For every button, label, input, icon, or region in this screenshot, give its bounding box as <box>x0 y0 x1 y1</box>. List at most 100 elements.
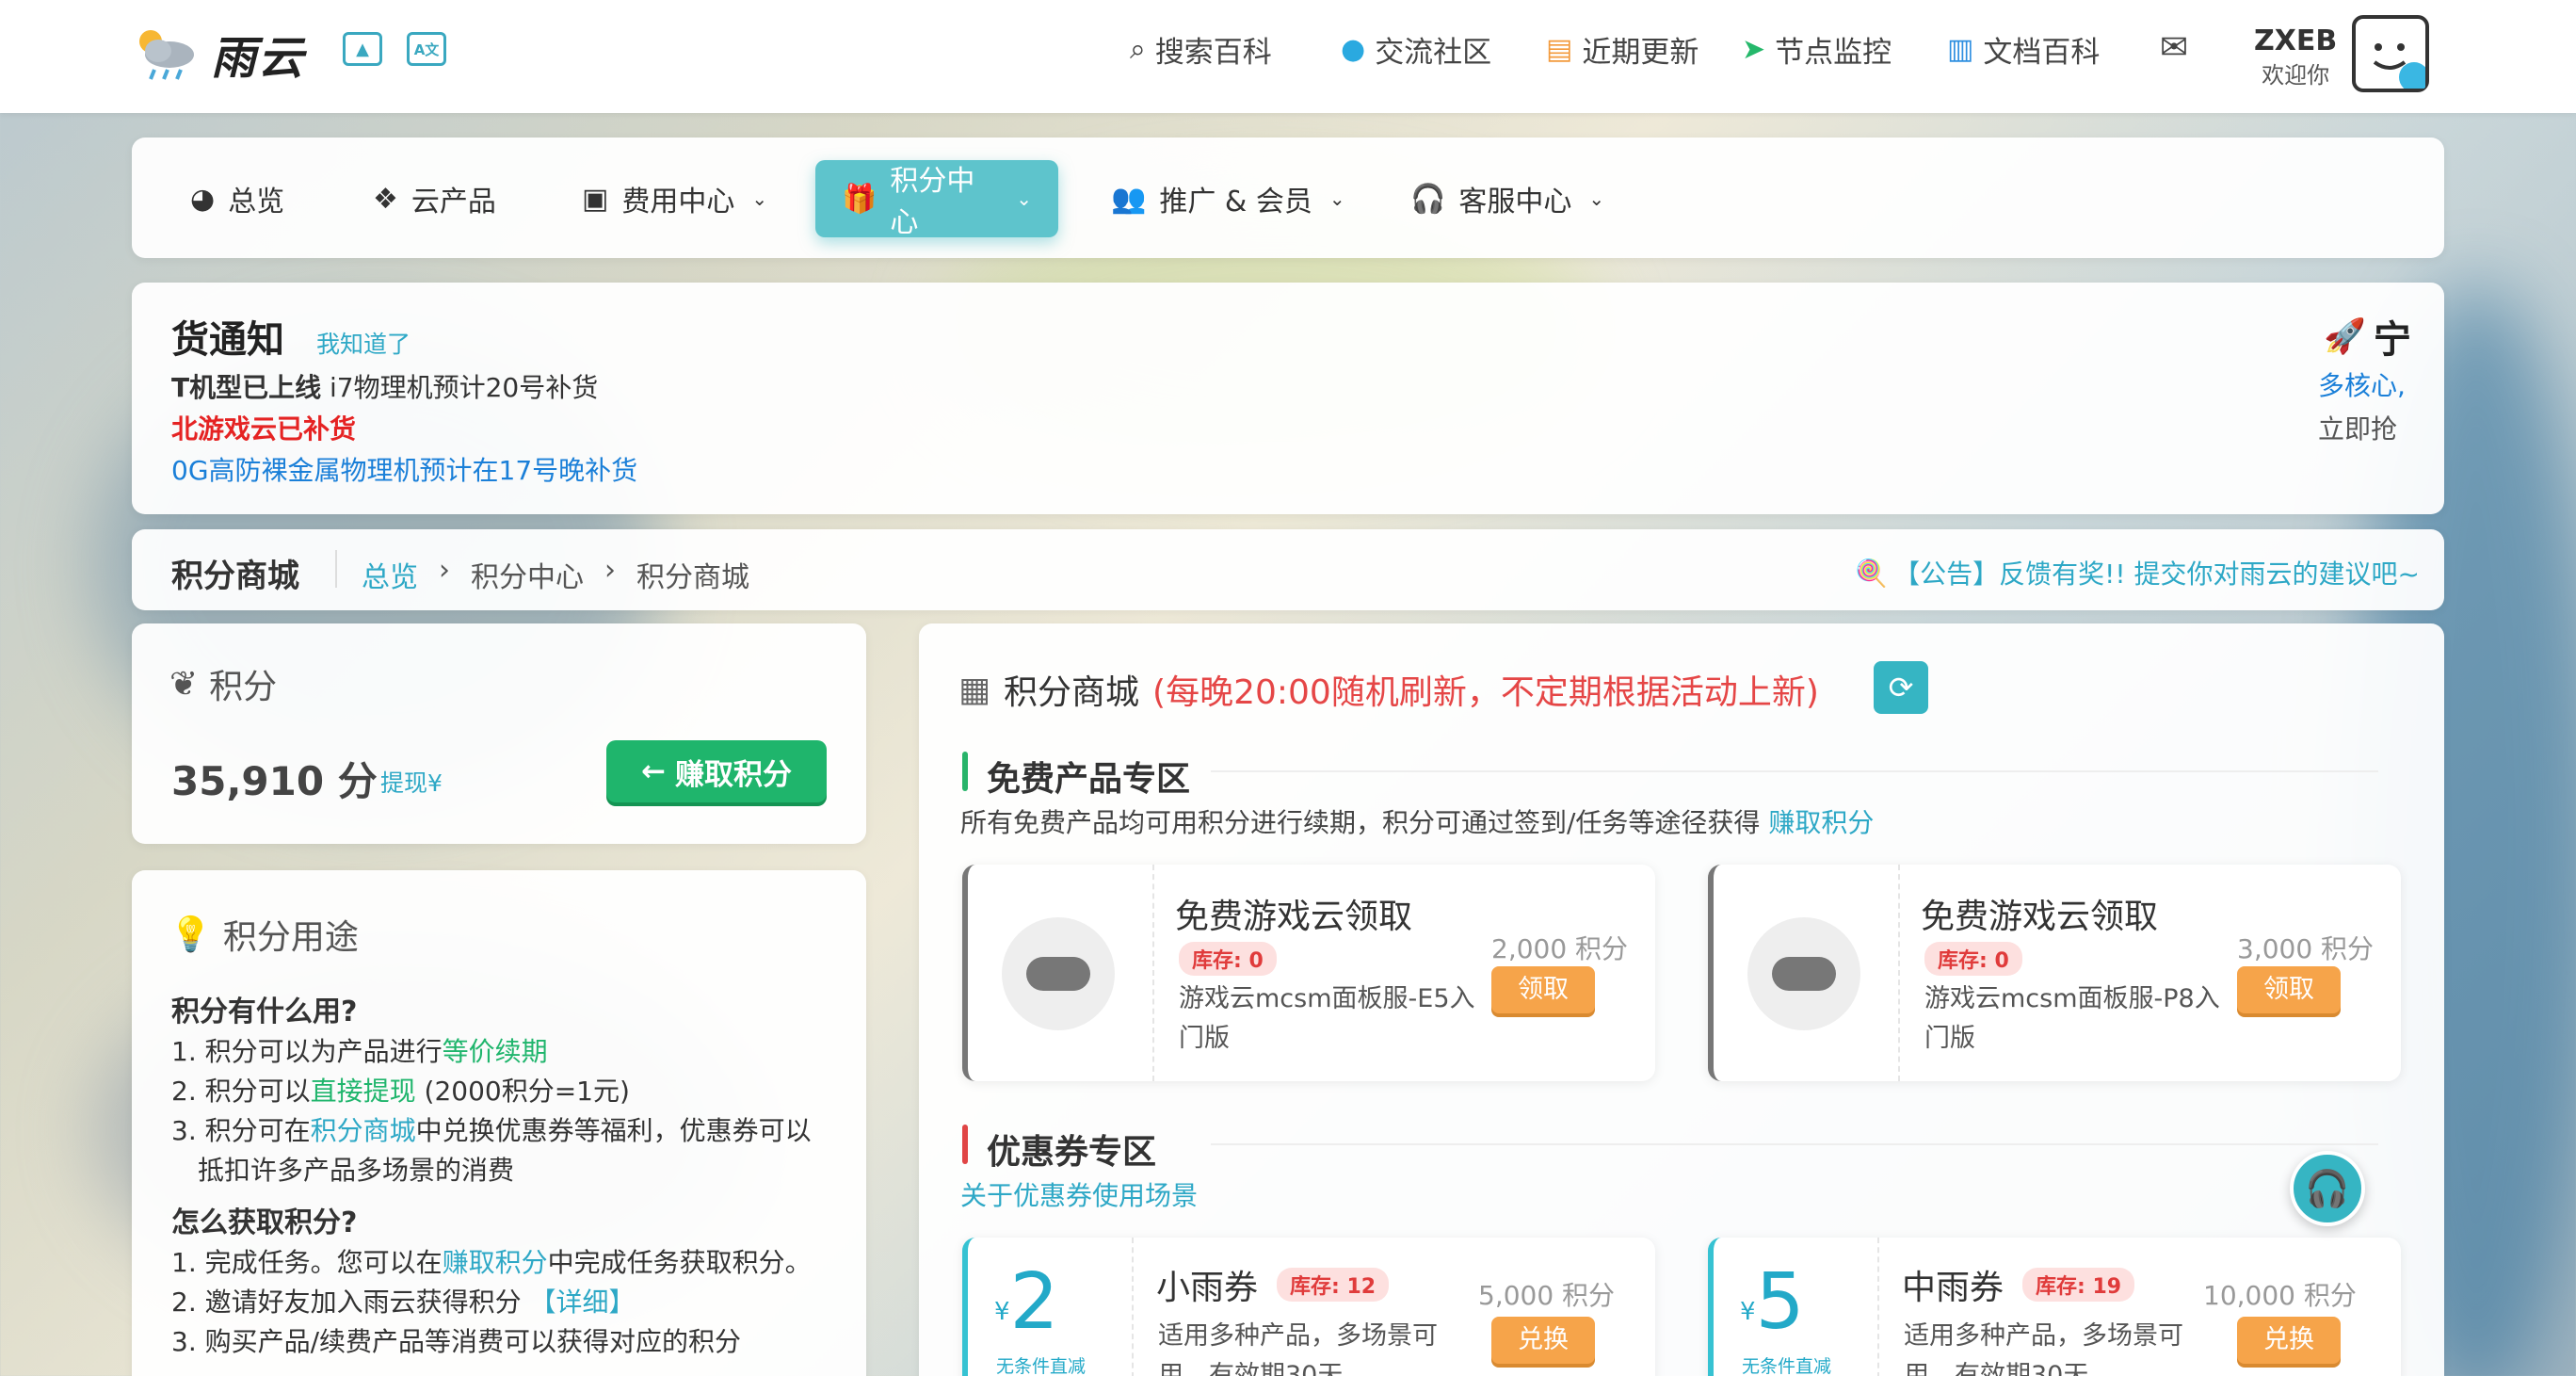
top-bar: 雨云 ▲ A文 ⌕ 搜索百科 ● 交流社区 ▤ 近期更新 ➤ 节点监控 ▥ 文档… <box>0 0 2576 113</box>
notice-dismiss[interactable]: 我知道了 <box>316 326 411 360</box>
usage-question: 怎么获取积分? <box>171 1206 358 1239</box>
user-name: ZXEB <box>2254 24 2338 57</box>
store-title: 积分商城 <box>1004 673 1140 712</box>
search-icon: ⌕ <box>1130 33 1146 66</box>
free-section-title: 免费产品专区 <box>987 760 1191 799</box>
coupon-desc: 适用多种产品，多场景可 用，有效期30天 <box>1904 1321 2183 1376</box>
users-icon: 👥 <box>1111 182 1147 216</box>
earn-points-button[interactable]: ← 赚取积分 <box>606 740 827 802</box>
product-name: 免费游戏云领取 <box>1175 898 1413 936</box>
points-card: ❦ 积分 35,910 分 提现¥ ← 赚取积分 <box>132 623 866 844</box>
image-icon[interactable]: ▲ <box>343 32 382 66</box>
lightbulb-icon: 💡 <box>169 915 212 954</box>
chevron-right-icon: › <box>439 554 450 587</box>
nav-monitor[interactable]: ➤ 节点监控 <box>1742 28 1892 71</box>
usage-item: 1. 积分可以为产品进行等价续期 <box>171 1036 548 1067</box>
divider <box>1211 1143 2378 1145</box>
coupon-name: 中雨券 <box>1902 1269 2004 1307</box>
section-marker <box>962 1125 968 1164</box>
menu-overview[interactable]: ◕ 总览 <box>164 160 311 237</box>
store-note: (每晚20:00随机刷新，不定期根据活动上新) <box>1152 673 1819 712</box>
claim-button[interactable]: 领取 <box>1491 966 1595 1013</box>
nav-updates[interactable]: ▤ 近期更新 <box>1546 28 1699 71</box>
promo-side-text: 立即抢 <box>2318 413 2398 445</box>
redeem-button[interactable]: 兑换 <box>1491 1317 1595 1364</box>
user-welcome: 欢迎你 <box>2262 62 2330 89</box>
book-icon: ▥ <box>1947 33 1974 66</box>
translate-icon[interactable]: A文 <box>407 32 446 66</box>
nav-community[interactable]: ● 交流社区 <box>1341 28 1491 71</box>
usage-item: 3. 积分可在积分商城中兑换优惠券等福利，优惠券可以 <box>171 1115 812 1146</box>
breadcrumb-home[interactable]: 总览 <box>362 554 418 595</box>
coupon-info-link[interactable]: 关于优惠券使用场景 <box>960 1175 1198 1213</box>
notice-title: 货通知 <box>171 318 284 362</box>
mail-icon[interactable]: ✉ <box>2160 28 2188 67</box>
user-info[interactable]: ZXEB 欢迎你 <box>2254 24 2337 92</box>
claim-button[interactable]: 领取 <box>2237 966 2341 1013</box>
free-product-card: 免费游戏云领取 库存: 0 游戏云mcsm面板服-E5入 门版 2,000 积分 … <box>962 865 1655 1081</box>
support-headset-icon[interactable]: 🎧 <box>2290 1151 2365 1226</box>
cloud-rain-icon <box>130 24 201 83</box>
brand-name: 雨云 <box>211 32 306 85</box>
refresh-button[interactable]: ⟳ <box>1874 661 1928 714</box>
gift-icon: 🎁 <box>842 182 877 216</box>
usage-question: 积分有什么用? <box>171 996 358 1028</box>
coupon-desc: 适用多种产品，多场景可 用，有效期30天 <box>1158 1321 1438 1376</box>
breadcrumb: 总览 › 积分中心 › 积分商城 <box>362 554 749 595</box>
coupon-value: ¥2 <box>994 1257 1059 1347</box>
menu-points[interactable]: 🎁 积分中心 ⌄ <box>815 160 1058 239</box>
usage-item: 2. 邀请好友加入雨云获得积分 【详细】 <box>171 1287 636 1318</box>
nav-search[interactable]: ⌕ 搜索百科 <box>1130 28 1272 71</box>
redeem-button[interactable]: 兑换 <box>2237 1317 2341 1364</box>
coupon-card: ¥5 无条件直减 中雨券 库存: 19 适用多种产品，多场景可 用，有效期30天 … <box>1708 1238 2401 1376</box>
withdraw-link[interactable]: 提现¥ <box>380 765 443 799</box>
chevron-down-icon: ⌄ <box>1588 187 1605 210</box>
stock-badge: 库存: 19 <box>2022 1268 2135 1302</box>
announcement[interactable]: 🍭 【公告】反馈有奖!! 提交你对雨云的建议吧~ <box>1855 554 2420 591</box>
menu-support[interactable]: 🎧 客服中心 ⌄ <box>1384 160 1631 237</box>
coupon-value: ¥5 <box>1740 1257 1805 1347</box>
free-desc: 所有免费产品均可用积分进行续期，积分可通过签到/任务等途径获得 赚取积分 <box>960 807 1875 838</box>
money-icon: ▣ <box>582 182 609 216</box>
page-title: 积分商城 <box>171 558 299 595</box>
divider <box>1211 770 2378 772</box>
cubes-icon: ❖ <box>373 182 398 216</box>
notice-line-3[interactable]: 0G高防裸金属物理机预计在17号晚补货 <box>171 450 637 488</box>
breadcrumb-level2[interactable]: 积分中心 <box>471 554 584 595</box>
stock-badge: 库存: 0 <box>1924 942 2022 976</box>
store-card: ▦ 积分商城 (每晚20:00随机刷新，不定期根据活动上新) ⟳ 免费产品专区 … <box>919 623 2444 1376</box>
chevron-down-icon: ⌄ <box>1328 187 1345 210</box>
coupon-tag: 无条件直减 <box>996 1356 1087 1376</box>
dashboard-icon: ◕ <box>190 182 216 216</box>
menu-billing[interactable]: ▣ 费用中心 ⌄ <box>555 160 794 237</box>
menu-promo[interactable]: 👥 推广 & 会员 ⌄ <box>1085 160 1372 237</box>
menu-cloud[interactable]: ❖ 云产品 <box>346 160 523 237</box>
section-marker <box>962 752 968 791</box>
chevron-down-icon: ⌄ <box>1016 187 1032 210</box>
product-price: 2,000 积分 <box>1491 933 1629 964</box>
coupon-tag: 无条件直减 <box>1742 1356 1832 1376</box>
chevron-down-icon: ⌄ <box>751 187 768 210</box>
promo-side: 🚀 宁 <box>2324 317 2411 362</box>
product-desc: 游戏云mcsm面板服-P8入 门版 <box>1924 984 2220 1053</box>
stock-badge: 库存: 0 <box>1179 942 1277 976</box>
usage-card: 💡 积分用途 积分有什么用? 1. 积分可以为产品进行等价续期 2. 积分可以直接… <box>132 870 866 1376</box>
coupon-price: 5,000 积分 <box>1478 1280 1616 1311</box>
free-product-card: 免费游戏云领取 库存: 0 游戏云mcsm面板服-P8入 门版 3,000 积分 … <box>1708 865 2401 1081</box>
notice-line-2: 北游戏云已补货 <box>171 413 357 445</box>
arrow-left-icon: ← <box>641 754 666 788</box>
notice-panel: 货通知 我知道了 T机型已上线 i7物理机预计20号补货 北游戏云已补货 0G高… <box>132 283 2444 514</box>
usage-item: 2. 积分可以直接提现 (2000积分=1元) <box>171 1076 630 1107</box>
avatar[interactable] <box>2352 15 2429 92</box>
headset-icon: 🎧 <box>1410 182 1446 216</box>
nav-docs[interactable]: ▥ 文档百科 <box>1947 28 2100 71</box>
notice-line-1: T机型已上线 i7物理机预计20号补货 <box>171 372 599 403</box>
brand-logo[interactable]: 雨云 <box>130 21 305 87</box>
send-icon: ➤ <box>1742 33 1766 66</box>
promo-side-link[interactable]: 多核心, <box>2318 365 2406 403</box>
chevron-right-icon: › <box>604 554 616 587</box>
coupon-price: 10,000 积分 <box>2203 1280 2357 1311</box>
product-desc: 游戏云mcsm面板服-E5入 门版 <box>1179 984 1475 1053</box>
points-amount: 35,910 分 <box>171 758 378 804</box>
coupon-name: 小雨券 <box>1156 1269 1259 1307</box>
